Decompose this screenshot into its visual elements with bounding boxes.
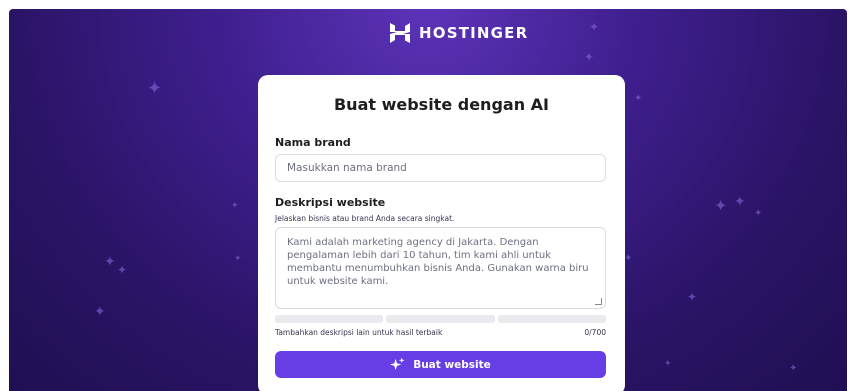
brand-name-placeholder: Masukkan nama brand xyxy=(287,162,407,174)
sparkle-decoration-icon: ✦ xyxy=(584,50,595,64)
sparkle-decoration-icon: ✦ xyxy=(714,198,728,215)
sparkle-decoration-icon: ✦ xyxy=(624,253,633,264)
description-tip: Tambahkan deskripsi lain untuk hasil ter… xyxy=(275,328,443,337)
create-website-label: Buat website xyxy=(413,358,491,371)
brand-name-label: Nama brand xyxy=(275,136,351,149)
brand-name-input[interactable]: Masukkan nama brand xyxy=(275,154,606,182)
page-title: Buat website dengan AI xyxy=(333,95,549,114)
sparkle-decoration-icon: ✦ xyxy=(687,290,698,304)
brand-name: HOSTINGER xyxy=(419,24,529,42)
description-placeholder: Kami adalah marketing agency di Jakarta.… xyxy=(287,237,589,287)
description-label: Deskripsi website xyxy=(275,196,386,209)
sparkle-decoration-icon: ✦ xyxy=(789,363,798,374)
description-textarea[interactable]: Kami adalah marketing agency di Jakarta.… xyxy=(275,227,606,309)
sparkle-decoration-icon: ✦ xyxy=(104,253,116,269)
sparkle-decoration-icon: ✦ xyxy=(634,93,643,104)
character-counter: 0/700 xyxy=(584,328,606,337)
hostinger-logo-icon xyxy=(390,23,410,43)
sparkle-decoration-icon: ✦ xyxy=(94,303,106,319)
sparkle-icon xyxy=(390,357,405,371)
description-hint: Jelaskan bisnis atau brand Anda secara s… xyxy=(275,214,455,223)
progress-segment xyxy=(386,315,495,323)
sparkle-decoration-icon: ✦ xyxy=(664,358,672,368)
sparkle-decoration-icon: ✦ xyxy=(734,193,746,209)
sparkle-decoration-icon: ✦ xyxy=(589,20,600,34)
description-quality-progress xyxy=(275,315,606,323)
page-background: ✦ ✦ ✦ ✦ ✦ ✦ ✦ ✦ ✦ ✦ ✦ ✦ ✦ ✦ ✦ ✦ HOSTINGE… xyxy=(9,9,847,391)
create-website-button[interactable]: Buat website xyxy=(275,351,606,378)
progress-segment xyxy=(497,315,606,323)
ai-website-card: Buat website dengan AI Nama brand Masukk… xyxy=(258,75,625,391)
progress-segment xyxy=(275,315,384,323)
sparkle-decoration-icon: ✦ xyxy=(754,208,763,219)
resize-handle-icon[interactable] xyxy=(595,298,602,305)
sparkle-decoration-icon: ✦ xyxy=(234,253,242,263)
sparkle-decoration-icon: ✦ xyxy=(117,263,128,277)
hostinger-logo[interactable]: HOSTINGER xyxy=(389,22,528,44)
sparkle-decoration-icon: ✦ xyxy=(231,200,239,210)
sparkle-decoration-icon: ✦ xyxy=(147,78,163,98)
